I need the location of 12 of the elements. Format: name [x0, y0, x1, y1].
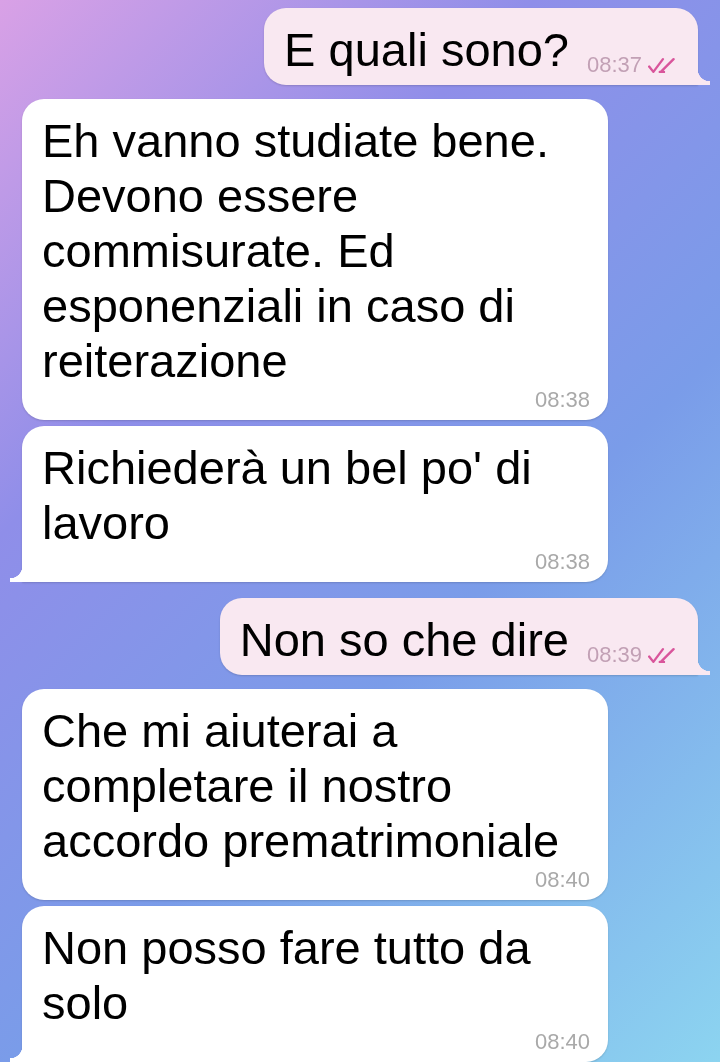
message-time: 08:38 — [534, 388, 590, 412]
message-time: 08:40 — [534, 1030, 590, 1054]
message-text: Che mi aiuterai a completare il nostro accordo prematrimoniale — [42, 703, 561, 868]
message-time: 08:38 — [534, 550, 590, 574]
message-text: Eh vanno studiate bene. Devono essere commisurate. Ed esponenziali in caso di reiterazione — [42, 113, 550, 388]
message-text: Non so che dire — [239, 612, 569, 667]
message-time: 08:37 — [586, 53, 642, 77]
message-text: E quali sono? — [284, 22, 569, 77]
message-text: Richiederà un bel po' di lavoro — [42, 440, 533, 550]
message-text: Non posso fare tutto da solo — [42, 920, 532, 1030]
message-time: 08:39 — [586, 643, 642, 667]
message-time: 08:40 — [534, 868, 590, 892]
